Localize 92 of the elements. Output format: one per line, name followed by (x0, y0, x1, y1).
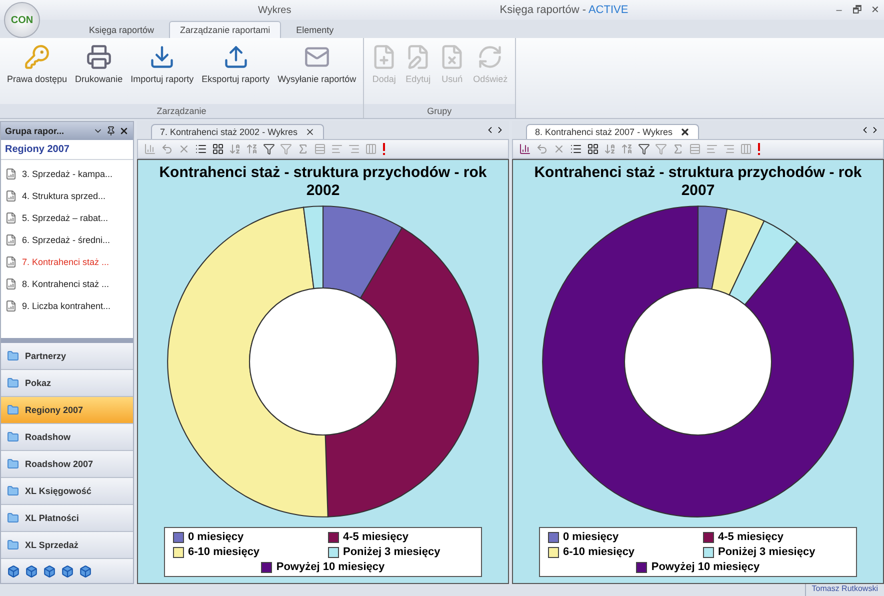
legend-label: 0 miesięcy (563, 531, 619, 543)
sort-descending-icon[interactable] (246, 143, 258, 155)
filter-icon[interactable] (263, 143, 275, 155)
chart-title: Kontrahenci staż - struktura przychodów - rok 2007 (533, 163, 863, 200)
grid-icon[interactable] (587, 143, 599, 155)
minimize-button[interactable]: – (830, 4, 848, 16)
ribbon-tab[interactable]: Elementy (285, 21, 345, 38)
ribbon-button[interactable]: Importuj raporty (126, 42, 198, 104)
restore-button[interactable]: 🗗 (848, 2, 866, 18)
printer-icon (86, 44, 112, 70)
report-item[interactable]: 8. Kontrahenci staż ... (1, 273, 133, 295)
pin-icon[interactable] (106, 126, 116, 136)
folder-icon (7, 458, 19, 470)
folder-icon (7, 512, 19, 524)
report-icon (5, 212, 17, 224)
cube-icon[interactable] (61, 564, 74, 578)
report-item[interactable]: 3. Sprzedaż - kampa... (1, 163, 133, 185)
group-label: Zarządzanie (0, 104, 364, 118)
ribbon-tab[interactable]: Zarządzanie raportami (169, 21, 282, 38)
legend-label: 4-5 miesięcy (343, 531, 408, 543)
report-icon (5, 256, 17, 268)
group-heading: Regiony 2007 (1, 140, 133, 160)
export-icon (222, 44, 249, 70)
legend-label: Powyżej 10 miesięcy (651, 561, 760, 573)
undo-icon[interactable] (161, 143, 173, 155)
exclamation-icon[interactable] (757, 143, 761, 155)
legend-label: Powyżej 10 miesięcy (276, 561, 385, 573)
app-menu-button[interactable]: CON (4, 2, 40, 38)
cube-icon[interactable] (79, 564, 92, 578)
ribbon-button[interactable]: Prawa dostępu (3, 42, 72, 104)
legend-label: Poniżej 3 miesięcy (718, 546, 816, 558)
report-item[interactable]: 9. Liczba kontrahent... (1, 295, 133, 317)
refresh-icon (477, 44, 504, 70)
key-icon (24, 44, 50, 70)
sort-ascending-icon[interactable] (604, 143, 616, 155)
report-item[interactable]: 7. Kontrahenci staż ... (1, 251, 133, 273)
legend-label: 6-10 miesięcy (188, 546, 260, 558)
folder-icon (7, 485, 19, 497)
folder-icon (7, 377, 19, 389)
group-item[interactable]: Roadshow 2007 (1, 451, 133, 478)
legend-label: 6-10 miesięcy (563, 546, 635, 558)
exclamation-icon[interactable] (382, 143, 386, 155)
document-tab[interactable]: 8. Kontrahenci staż 2007 - Wykres (526, 124, 700, 139)
import-icon (149, 44, 176, 70)
close-icon[interactable] (119, 126, 129, 136)
folder-icon (7, 539, 19, 551)
report-item[interactable]: 5. Sprzedaż – rabat... (1, 207, 133, 229)
legend-label: Poniżej 3 miesięcy (343, 546, 440, 558)
folder-icon (7, 350, 19, 362)
legend-label: 4-5 miesięcy (718, 531, 784, 543)
window-title: Księga raportów - ACTIVE (498, 4, 630, 16)
report-icon (5, 278, 17, 290)
group-item[interactable]: Pokaz (1, 370, 133, 397)
close-icon[interactable] (305, 127, 316, 137)
ribbon-button[interactable]: Wysyłanie raportów (274, 42, 360, 104)
sigma-icon[interactable] (297, 143, 309, 155)
folder-icon (7, 431, 19, 443)
ribbon-tab[interactable]: Księga raportów (78, 21, 166, 38)
undo-icon[interactable] (536, 143, 548, 155)
user-name: Tomasz Rutkowski (804, 584, 884, 596)
grid-icon[interactable] (212, 143, 224, 155)
context-tab-label: Wykres (258, 4, 292, 16)
cube-icon[interactable] (25, 564, 38, 578)
cube-icon[interactable] (43, 564, 56, 578)
group-item[interactable]: XL Sprzedaż (1, 532, 133, 559)
close-button[interactable]: ✕ (866, 4, 884, 16)
panel-title: Grupa rapor... (5, 126, 66, 136)
chart-title: Kontrahenci staż - struktura przychodów - rok 2002 (158, 163, 488, 200)
cube-icon[interactable] (7, 564, 20, 578)
group-item[interactable]: Regiony 2007 (1, 397, 133, 424)
report-icon (5, 300, 17, 312)
report-item[interactable]: 4. Struktura sprzed... (1, 185, 133, 207)
group-item[interactable]: XL Płatności (1, 505, 133, 532)
legend-label: 0 miesięcy (188, 531, 244, 543)
report-icon (5, 234, 17, 246)
sort-descending-icon[interactable] (621, 143, 633, 155)
filter-icon[interactable] (638, 143, 650, 155)
sort-ascending-icon[interactable] (229, 143, 241, 155)
document-tab[interactable]: 7. Kontrahenci staż 2002 - Wykres (151, 124, 324, 139)
group-item[interactable]: Partnerzy (1, 343, 133, 370)
group-item[interactable]: XL Księgowość (1, 478, 133, 505)
chart-icon[interactable] (519, 143, 531, 155)
close-icon[interactable] (680, 127, 690, 137)
report-icon (5, 190, 17, 202)
folder-icon (7, 404, 19, 416)
ribbon-button[interactable]: Drukowanie (71, 42, 127, 104)
group-label: Grupy (364, 104, 515, 118)
ribbon-button[interactable]: Eksportuj raporty (198, 42, 274, 104)
report-item[interactable]: 6. Sprzedaż - średni... (1, 229, 133, 251)
report-icon (5, 168, 17, 180)
group-item[interactable]: Roadshow (1, 424, 133, 451)
sigma-icon[interactable] (672, 143, 684, 155)
